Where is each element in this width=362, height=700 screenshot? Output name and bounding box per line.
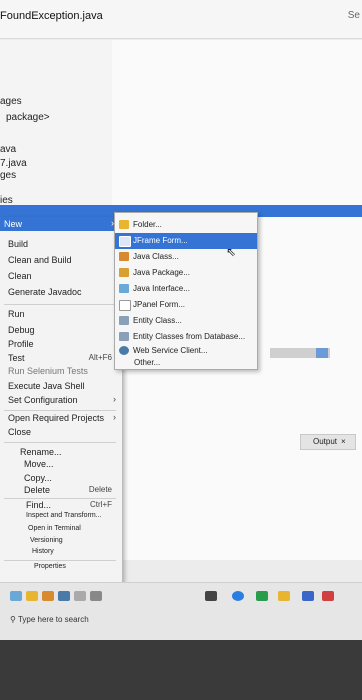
submenu-item-entity-class[interactable]: Entity Class... [115, 313, 257, 329]
java-class-icon [119, 252, 129, 261]
taskbar: ⚲ Type here to search [0, 582, 362, 640]
taskbar-app-icon[interactable] [42, 591, 54, 601]
submenu-item-other[interactable]: Other... [134, 358, 160, 367]
browser-icon[interactable] [232, 591, 244, 601]
submenu-item-java-package[interactable]: Java Package... [115, 265, 257, 281]
toolbar-strip [270, 348, 330, 358]
window-title: FoundException.java [0, 10, 103, 22]
interface-icon [119, 284, 129, 293]
tab-output[interactable]: Output × [300, 434, 356, 450]
taskbar-app-icon[interactable] [90, 591, 102, 601]
tree-item[interactable]: ages [0, 96, 22, 107]
menu-item-profile[interactable]: Profile [0, 338, 120, 353]
menu-item-open-required-projects[interactable]: Open Required Projects › [0, 412, 120, 427]
search-icon: ⚲ [10, 615, 18, 624]
corner-label: Se [347, 10, 360, 21]
submenu-item-web-service-client[interactable]: Web Service Client... [115, 343, 257, 359]
taskbar-search[interactable]: ⚲ Type here to search [10, 615, 89, 624]
jframe-icon [119, 236, 131, 247]
menu-item-build[interactable]: Build [0, 238, 120, 253]
jpanel-icon [119, 300, 131, 311]
submenu-item-folder[interactable]: Folder... [115, 217, 257, 233]
menu-item-move[interactable]: Move... [0, 458, 120, 473]
package-icon [119, 268, 129, 277]
menu-item-set-configuration[interactable]: Set Configuration › [0, 394, 120, 409]
folder-icon[interactable] [278, 591, 290, 601]
tree-item[interactable]: ava [0, 144, 16, 155]
title-bar: FoundException.java Se [0, 0, 362, 39]
menu-separator [4, 410, 116, 411]
menu-item-generate-javadoc[interactable]: Generate Javadoc [0, 286, 120, 301]
toolbar-button[interactable] [316, 348, 328, 358]
menu-separator [4, 304, 116, 305]
taskbar-app-icon[interactable] [58, 591, 70, 601]
ide-window: FoundException.java Se ages package> ava… [0, 0, 362, 640]
chevron-right-icon: › [113, 412, 116, 422]
web-service-icon [119, 346, 129, 355]
menu-item-new[interactable]: New › [0, 217, 118, 231]
menu-item-clean[interactable]: Clean [0, 270, 120, 285]
menu-item-run[interactable]: Run [0, 308, 120, 323]
menu-separator [4, 560, 116, 561]
taskbar-app-icon[interactable] [74, 591, 86, 601]
taskbar-app-icon[interactable] [302, 591, 314, 601]
context-menu: Build Clean and Build Clean Generate Jav… [0, 217, 123, 583]
submenu-item-java-interface[interactable]: Java Interface... [115, 281, 257, 297]
tree-item[interactable]: package> [6, 112, 50, 123]
submenu-item-jpanel-form[interactable]: JPanel Form... [115, 297, 257, 313]
tree-item[interactable]: 7.java [0, 158, 27, 169]
mouse-cursor-icon: ⇖ [226, 245, 237, 259]
tree-item[interactable]: ges [0, 170, 16, 181]
menu-item-properties[interactable]: Properties [0, 562, 120, 577]
menu-separator [4, 442, 116, 443]
folder-icon[interactable] [26, 591, 38, 601]
menu-item-delete[interactable]: Delete Delete [0, 484, 120, 499]
new-submenu: Folder... JFrame Form... Java Class... J… [114, 212, 258, 370]
menu-item-run-selenium-tests[interactable]: Run Selenium Tests [0, 365, 120, 380]
menu-item-close[interactable]: Close [0, 426, 120, 441]
menu-item-clean-and-build[interactable]: Clean and Build [0, 254, 120, 269]
folder-icon [119, 220, 129, 229]
taskbar-app-icon[interactable] [256, 591, 268, 601]
taskbar-app-icon[interactable] [205, 591, 217, 601]
close-icon[interactable]: × [341, 437, 346, 446]
entity-icon [119, 316, 129, 325]
taskbar-app-icon[interactable] [322, 591, 334, 601]
chevron-right-icon: › [113, 394, 116, 404]
entity-db-icon [119, 332, 129, 341]
menu-item-debug[interactable]: Debug [0, 324, 120, 339]
taskbar-app-icon[interactable] [10, 591, 22, 601]
menu-item-execute-java-shell[interactable]: Execute Java Shell [0, 380, 120, 395]
